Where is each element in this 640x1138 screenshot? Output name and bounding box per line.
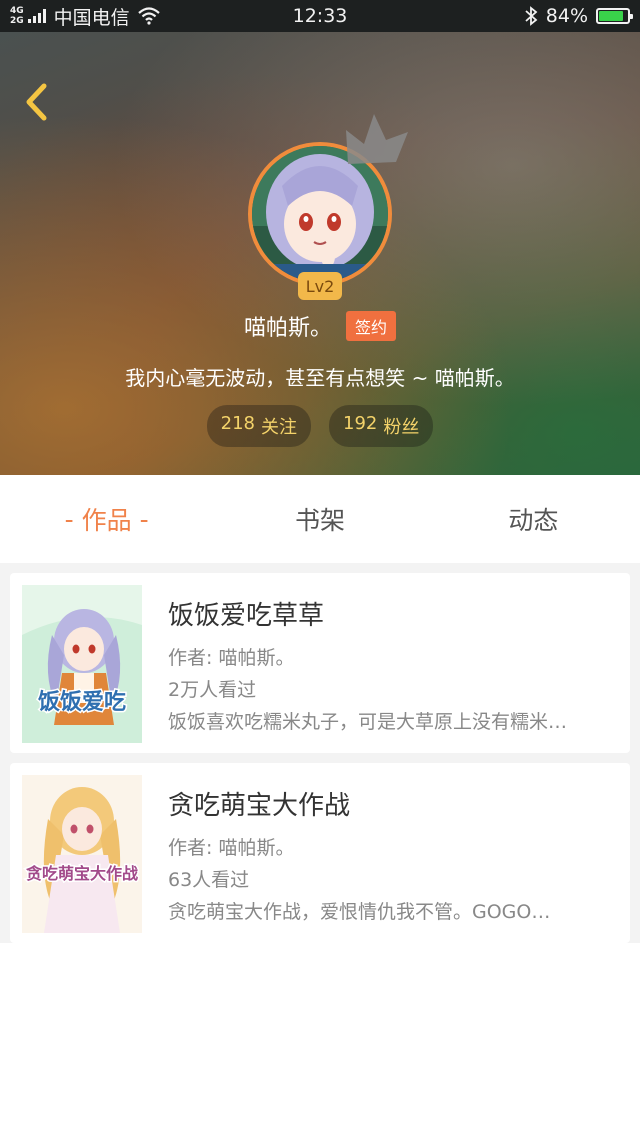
name-row: 喵帕斯。 签约 <box>0 310 640 342</box>
book-author: 作者: 喵帕斯。 <box>168 647 295 669</box>
cover-title: 饭饭爱吃 <box>38 689 126 715</box>
book-cover: 饭饭爱吃 <box>22 585 142 743</box>
book-author: 作者: 喵帕斯。 <box>168 837 295 859</box>
username: 喵帕斯。 <box>243 316 332 341</box>
signal-icon <box>27 9 46 23</box>
user-bio: 我内心毫无波动，甚至有点想笑 ~ 喵帕斯。 <box>125 366 515 390</box>
wifi-icon <box>137 7 160 25</box>
stats-row: 218 关注 192 粉丝 <box>0 405 640 447</box>
network-type: 4G 2G <box>10 6 24 26</box>
status-left: 4G 2G 中国电信 <box>10 3 230 30</box>
book-views: 2万人看过 <box>168 679 257 701</box>
battery-icon <box>596 8 633 24</box>
followers-count: 192 <box>343 413 378 434</box>
crown-icon <box>346 114 408 164</box>
tab-activity[interactable]: 动态 <box>427 475 640 563</box>
following-count: 218 <box>220 413 255 434</box>
tab-active-marker-left: - <box>64 504 74 534</box>
following-button[interactable]: 218 关注 <box>206 405 311 447</box>
battery-fill <box>599 11 623 21</box>
book-card[interactable]: 贪吃萌宝大作战 贪吃萌宝大作战 作者: 喵帕斯。 63人看过 贪吃萌宝大作战，爱… <box>10 763 630 943</box>
following-label: 关注 <box>261 417 297 438</box>
tab-label: 书架 <box>294 506 345 535</box>
book-cover: 贪吃萌宝大作战 <box>22 775 142 933</box>
status-right: 84% <box>524 5 633 27</box>
book-description: 贪吃萌宝大作战，爱恨情仇我不管。GOGO… <box>168 901 551 923</box>
book-card[interactable]: 饭饭爱吃 饭饭爱吃草草 作者: 喵帕斯。 2万人看过 饭饭喜欢吃糯米丸子，可是大… <box>10 573 630 753</box>
tab-bar: - 作品 - 书架 动态 <box>0 475 640 563</box>
tab-active-marker-right: - <box>139 504 149 534</box>
followers-button[interactable]: 192 粉丝 <box>329 405 434 447</box>
profile-header: Lv2 喵帕斯。 签约 我内心毫无波动，甚至有点想笑 ~ 喵帕斯。 218 关注… <box>0 32 640 475</box>
followers-label: 粉丝 <box>383 417 420 438</box>
avatar-container: Lv2 <box>248 114 408 300</box>
back-button[interactable] <box>16 80 56 124</box>
carrier-name: 中国电信 <box>53 6 130 29</box>
status-bar: 4G 2G 中国电信 12:33 84% <box>0 0 640 32</box>
bluetooth-icon <box>524 6 538 26</box>
signed-badge: 签约 <box>346 311 397 341</box>
book-title: 饭饭爱吃草草 <box>168 601 325 631</box>
book-description: 饭饭喜欢吃糯米丸子，可是大草原上没有糯米… <box>168 711 568 733</box>
tab-works[interactable]: - 作品 - <box>0 475 213 563</box>
book-views: 63人看过 <box>168 869 250 891</box>
chevron-left-icon <box>26 83 47 121</box>
book-title: 贪吃萌宝大作战 <box>168 791 351 821</box>
book-list: 饭饭爱吃 饭饭爱吃草草 作者: 喵帕斯。 2万人看过 饭饭喜欢吃糯米丸子，可是大… <box>0 563 640 943</box>
tab-label: 作品 <box>81 506 132 535</box>
tab-bookshelf[interactable]: 书架 <box>213 475 426 563</box>
battery-percent: 84% <box>545 5 588 27</box>
level-badge: Lv2 <box>298 272 342 300</box>
tab-label: 动态 <box>508 506 559 535</box>
cover-title: 贪吃萌宝大作战 <box>25 864 138 883</box>
